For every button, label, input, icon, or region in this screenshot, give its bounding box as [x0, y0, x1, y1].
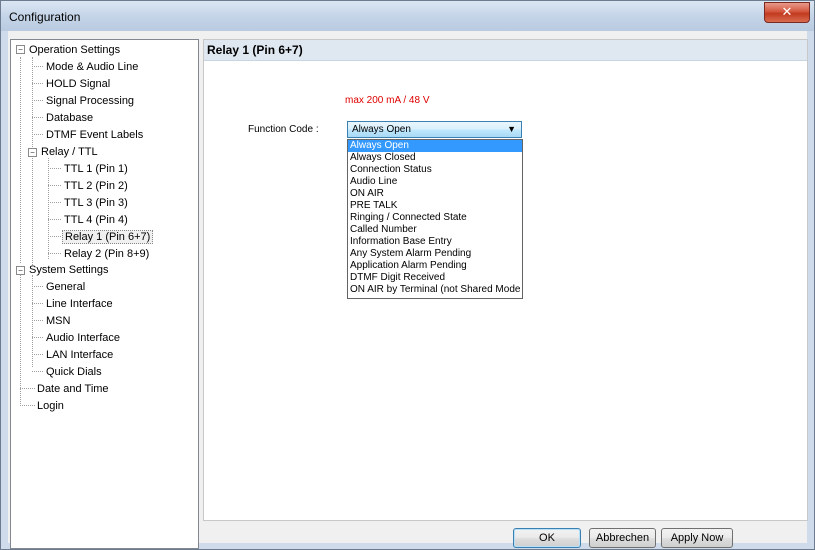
tree-item-ttl3[interactable]: TTL 3 (Pin 3) [62, 196, 130, 210]
dropdown-option[interactable]: Connection Status [348, 164, 522, 176]
chevron-down-icon[interactable]: ▼ [507, 124, 516, 134]
function-code-label: Function Code : [248, 124, 319, 135]
tree-item-lan-interface[interactable]: LAN Interface [44, 348, 115, 362]
tree-item-label: TTL 4 (Pin 4) [64, 214, 128, 226]
tree-item-audio-interface[interactable]: Audio Interface [44, 331, 122, 345]
tree-item-ttl2[interactable]: TTL 2 (Pin 2) [62, 179, 130, 193]
tree-item-login[interactable]: Login [35, 399, 66, 413]
window-title: Configuration [9, 10, 81, 24]
tree-item-label: MSN [46, 315, 71, 327]
tree-item-label: HOLD Signal [46, 78, 111, 90]
tree-item-operation-settings[interactable]: Operation Settings [27, 43, 122, 57]
tree-item-label: Relay / TTL [41, 146, 98, 158]
tree-item-ttl1[interactable]: TTL 1 (Pin 1) [62, 162, 130, 176]
tree-item-quick-dials[interactable]: Quick Dials [44, 365, 104, 379]
dropdown-option[interactable]: PRE TALK [348, 200, 522, 212]
tree-item-label: DTMF Event Labels [46, 129, 144, 141]
dropdown-option[interactable]: Application Alarm Pending [348, 260, 522, 272]
tree-item-label: TTL 3 (Pin 3) [64, 197, 128, 209]
tree-item-label: Login [37, 400, 64, 412]
dropdown-option[interactable]: Called Number [348, 224, 522, 236]
tree-item-label: System Settings [29, 264, 109, 276]
dropdown-option[interactable]: ON AIR by Terminal (not Shared Mode [348, 284, 522, 296]
tree-item-dtmf-event-labels[interactable]: DTMF Event Labels [44, 128, 145, 142]
tree-item-label: Quick Dials [46, 366, 102, 378]
function-code-select[interactable]: Always Open ▼ [347, 121, 522, 138]
dropdown-option[interactable]: Information Base Entry [348, 236, 522, 248]
title-bar: Configuration ✕ [1, 1, 814, 31]
apply-now-button[interactable]: Apply Now [661, 528, 733, 548]
tree-item-system-settings[interactable]: System Settings [27, 263, 110, 277]
function-code-dropdown-list: Always Open Always Closed Connection Sta… [347, 139, 523, 299]
tree-item-label: General [46, 281, 86, 293]
tree-item-label: Mode & Audio Line [46, 61, 139, 73]
dropdown-option[interactable]: Ringing / Connected State [348, 212, 522, 224]
tree-item-relay-ttl[interactable]: Relay / TTL [39, 145, 100, 159]
close-icon: ✕ [781, 4, 793, 19]
tree-item-label: Audio Interface [46, 332, 120, 344]
tree-item-label: Relay 1 (Pin 6+7) [62, 230, 154, 244]
tree-item-ttl4[interactable]: TTL 4 (Pin 4) [62, 213, 130, 227]
tree-item-label: Relay 2 (Pin 8+9) [64, 248, 150, 260]
close-button[interactable]: ✕ [764, 2, 810, 23]
ok-button[interactable]: OK [513, 528, 581, 548]
expand-collapse-icon[interactable]: − [16, 45, 25, 54]
dropdown-option[interactable]: Always Closed [348, 152, 522, 164]
tree-item-database[interactable]: Database [44, 111, 95, 125]
dropdown-option[interactable]: Audio Line [348, 176, 522, 188]
tree-item-label: TTL 2 (Pin 2) [64, 180, 128, 192]
tree-item-relay1[interactable]: Relay 1 (Pin 6+7) [62, 230, 154, 244]
tree-item-label: Signal Processing [46, 95, 135, 107]
expand-collapse-icon[interactable]: − [16, 266, 25, 275]
dropdown-option[interactable]: Always Open [348, 140, 522, 152]
tree-item-label: Operation Settings [29, 44, 121, 56]
dropdown-option[interactable]: DTMF Digit Received [348, 272, 522, 284]
tree-item-general[interactable]: General [44, 280, 87, 294]
tree-item-label: Database [46, 112, 94, 124]
function-code-value: Always Open [352, 124, 411, 135]
tree-item-relay2[interactable]: Relay 2 (Pin 8+9) [62, 247, 151, 261]
tree-item-label: Date and Time [37, 383, 109, 395]
relay-settings-panel: Relay 1 (Pin 6+7) max 200 mA / 48 V Func… [203, 39, 808, 521]
tree-item-msn[interactable]: MSN [44, 314, 72, 328]
cancel-button[interactable]: Abbrechen [589, 528, 656, 548]
tree-item-mode-audio-line[interactable]: Mode & Audio Line [44, 60, 140, 74]
panel-header: Relay 1 (Pin 6+7) [204, 40, 807, 61]
max-rating-text: max 200 mA / 48 V [345, 95, 430, 106]
settings-tree[interactable]: − Operation Settings Mode & Audio Line H… [10, 39, 199, 549]
dropdown-option[interactable]: ON AIR [348, 188, 522, 200]
tree-item-date-time[interactable]: Date and Time [35, 382, 111, 396]
page-title: Relay 1 (Pin 6+7) [207, 43, 303, 57]
tree-item-label: LAN Interface [46, 349, 114, 361]
tree-item-signal-processing[interactable]: Signal Processing [44, 94, 136, 108]
tree-item-label: Line Interface [46, 298, 113, 310]
expand-collapse-icon[interactable]: − [28, 148, 37, 157]
tree-item-label: TTL 1 (Pin 1) [64, 163, 128, 175]
dropdown-option[interactable]: Any System Alarm Pending [348, 248, 522, 260]
tree-item-hold-signal[interactable]: HOLD Signal [44, 77, 112, 91]
tree-item-line-interface[interactable]: Line Interface [44, 297, 115, 311]
